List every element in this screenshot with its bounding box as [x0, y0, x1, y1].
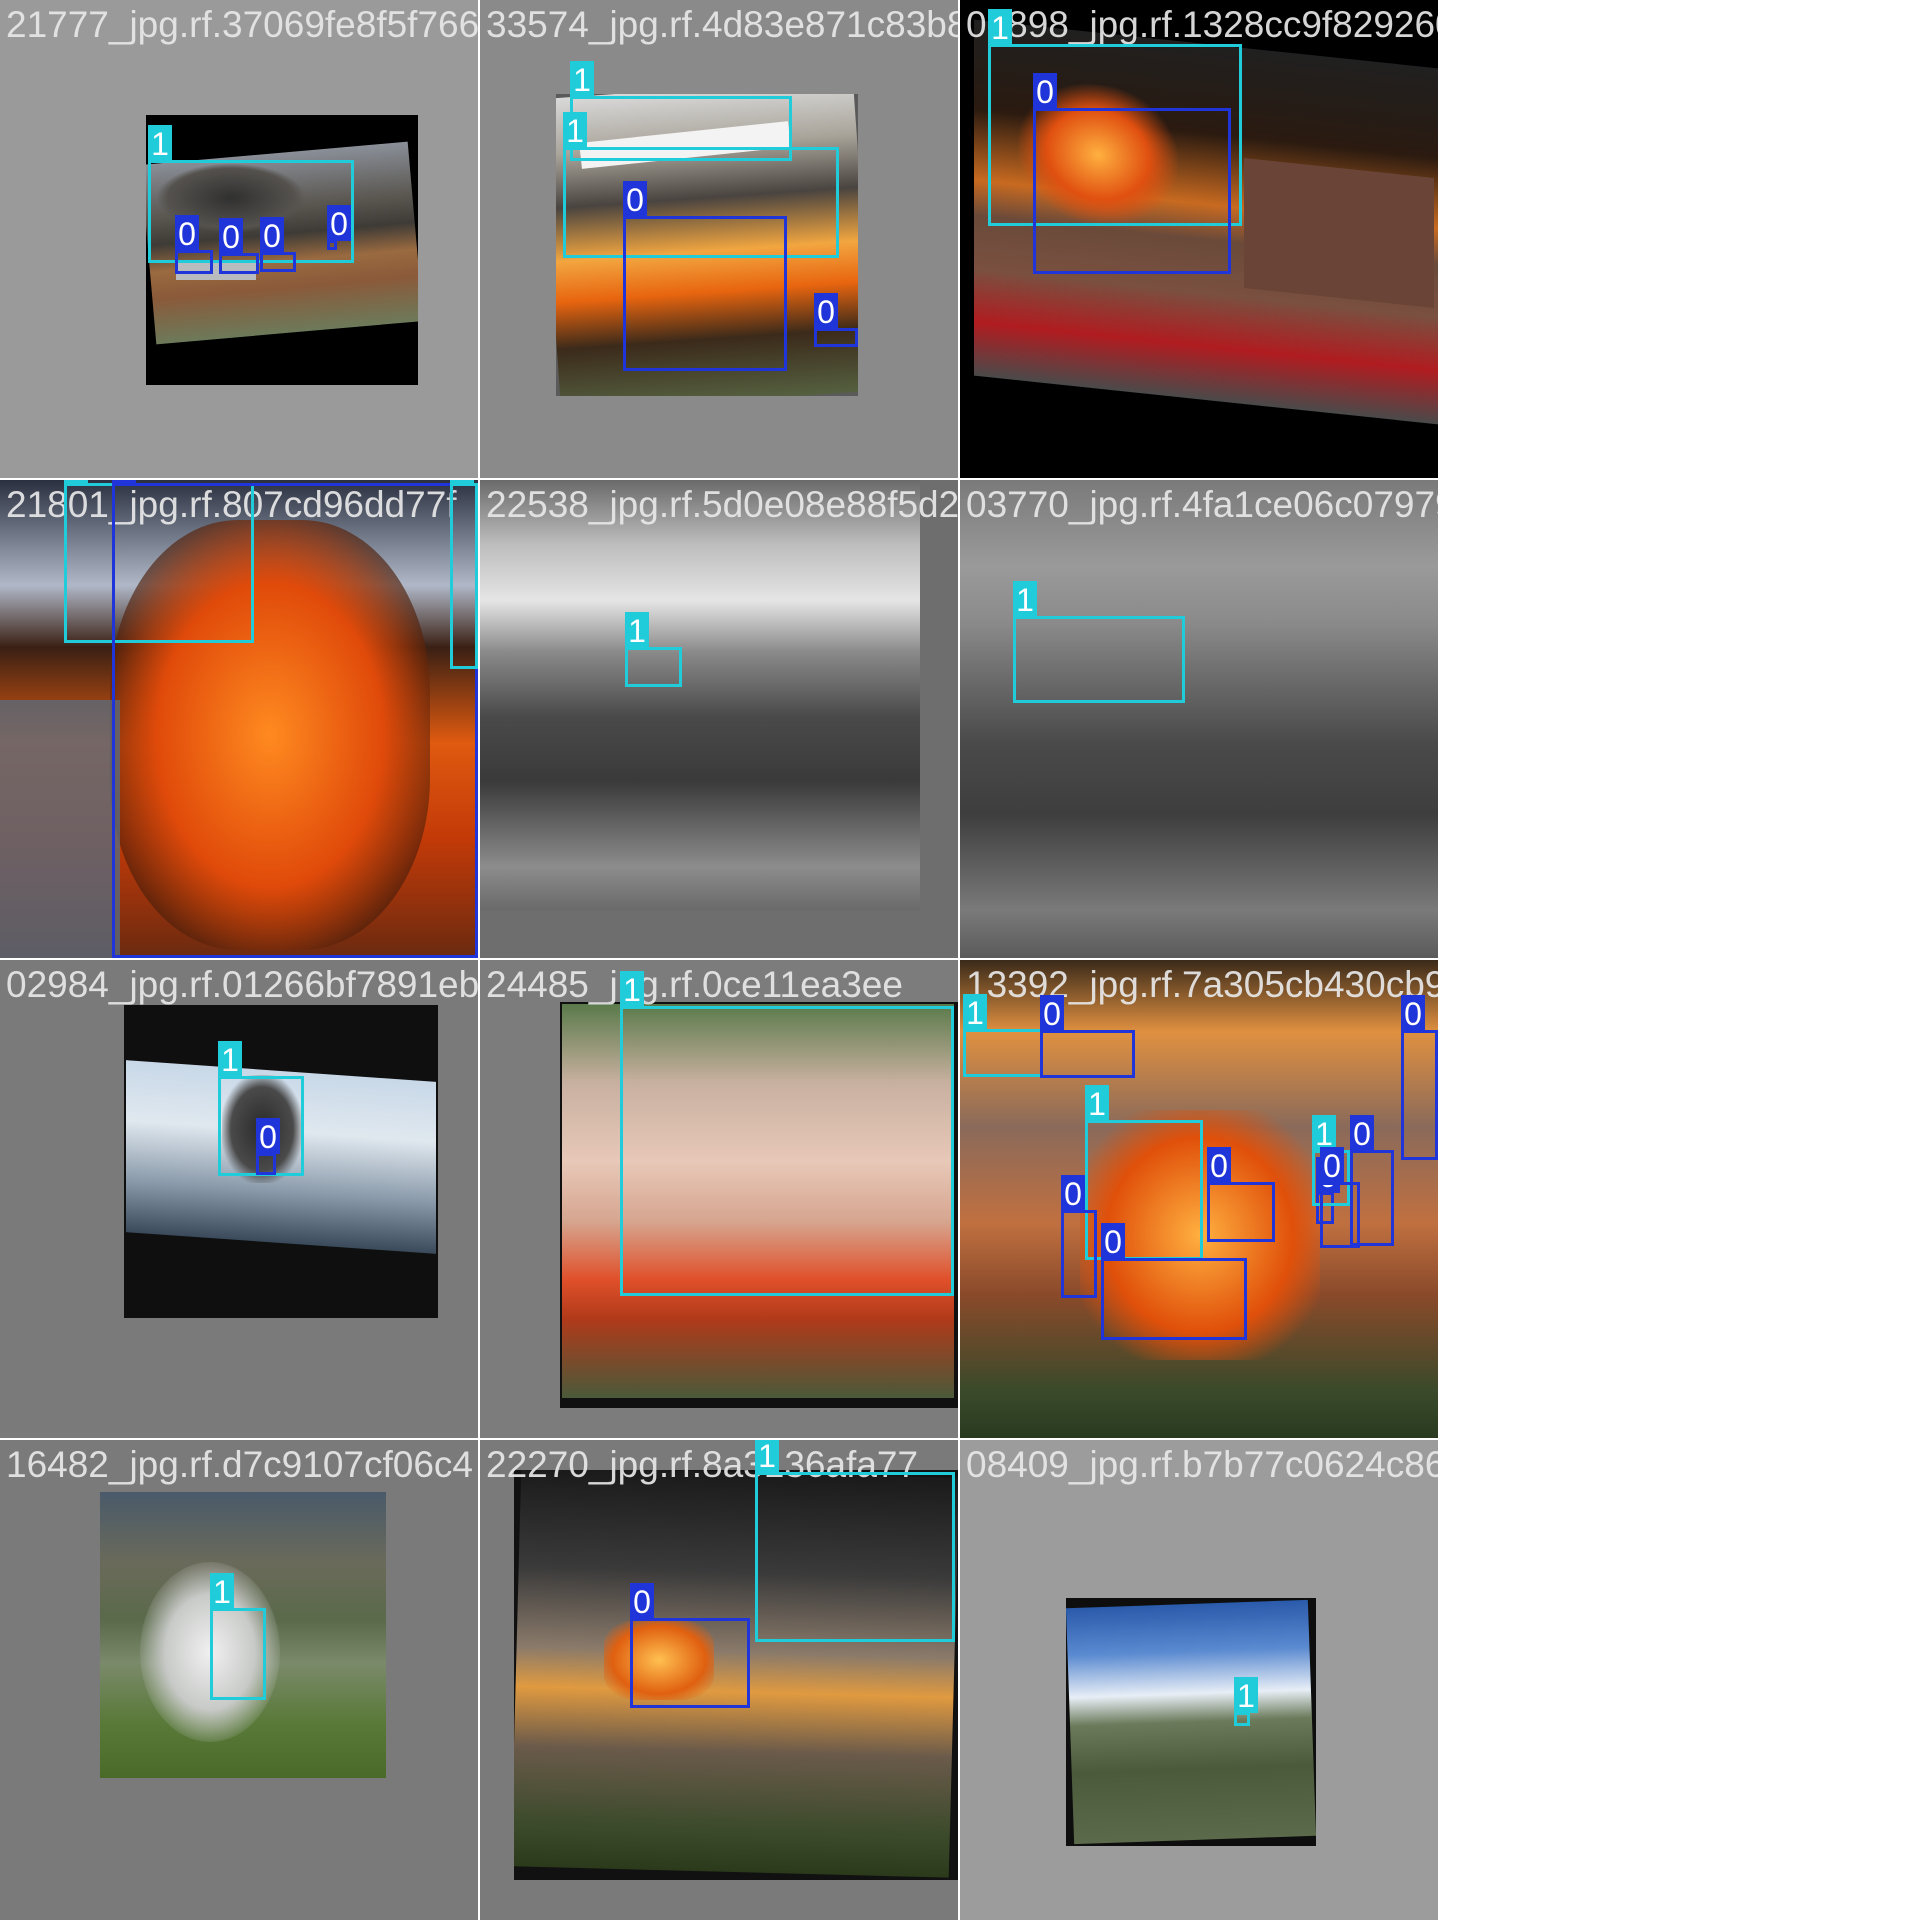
detection-box-class-1: 1: [755, 1440, 955, 1642]
detection-label: 1: [450, 480, 474, 485]
mosaic-tile-1: 21777_jpg.rf.37069fe8f5f76633f94921014d7…: [0, 0, 478, 478]
detection-label: 1: [148, 125, 172, 162]
grid-divider: [0, 478, 1438, 480]
detection-box-class-0: 0: [1040, 995, 1135, 1078]
detection-label: 1: [625, 612, 649, 649]
detection-label: 1: [988, 9, 1012, 46]
mosaic-tile-2: 33574_jpg.rf.4d83e871c83b8d0d98e3c557ffa…: [480, 0, 958, 478]
detection-label: 1: [1085, 1085, 1109, 1122]
detection-box-class-0: 0: [623, 181, 787, 371]
detection-box-class-0: 0: [1101, 1223, 1247, 1340]
detection-box-class-1: 1: [210, 1573, 266, 1700]
detection-label: 0: [1101, 1223, 1125, 1260]
detection-label: 0: [630, 1583, 654, 1620]
detection-box-class-1: 1: [450, 480, 478, 669]
detection-box-class-0: 0: [1401, 995, 1438, 1160]
photo-mountain-smoke-grey: [960, 480, 1438, 958]
detection-box-class-0: 0: [814, 293, 858, 347]
detection-label: 0: [219, 218, 243, 255]
detection-box-class-0: 0: [327, 205, 351, 250]
detection-label: 1: [620, 971, 644, 1008]
detection-label: 1: [1013, 581, 1037, 618]
detection-label: 1: [1312, 1115, 1336, 1152]
detection-box-class-1: 1: [963, 994, 1043, 1077]
detection-box-class-0: 0: [630, 1583, 750, 1708]
detection-label: 1: [570, 61, 594, 98]
detection-label: 0: [1320, 1147, 1344, 1184]
grid-divider: [0, 1438, 1438, 1440]
detection-label: 0: [1033, 73, 1057, 110]
detection-box-class-0: 0: [175, 215, 213, 274]
mosaic-tile-3: 01898_jpg.rf.1328cc9f829260a04e418c 1 0: [960, 0, 1438, 478]
detection-box-class-0: 0: [260, 217, 296, 272]
mosaic-tile-11: 22270_jpg.rf.8a3136afa77 1 0: [480, 1440, 958, 1920]
mosaic-tile-10: 16482_jpg.rf.d7c9107cf06c4 1: [0, 1440, 478, 1920]
detection-label: 0: [1207, 1147, 1231, 1184]
detection-label: 0: [260, 217, 284, 254]
grid-divider: [958, 0, 960, 1920]
detection-box-class-0: 0: [1061, 1175, 1097, 1298]
detection-mosaic: 21777_jpg.rf.37069fe8f5f76633f94921014d7…: [0, 0, 1920, 1920]
detection-label: 1: [755, 1440, 779, 1474]
detection-label: 1: [218, 1041, 242, 1078]
detection-box-class-0: 0: [112, 480, 478, 958]
detection-label: 0: [1061, 1175, 1085, 1212]
grid-divider: [0, 958, 1438, 960]
detection-box-class-0: 0: [256, 1118, 280, 1175]
detection-label: 1: [563, 112, 587, 149]
detection-label: 1: [1234, 1677, 1258, 1714]
mosaic-tile-8: 24485_jpg.rf.0ce11ea3ee 1: [480, 960, 958, 1438]
detection-box-class-1: 1: [1234, 1677, 1258, 1726]
detection-box-class-0: 0: [1207, 1147, 1275, 1242]
detection-box-class-0: 0: [1320, 1147, 1360, 1248]
detection-box-class-1: 1: [620, 971, 954, 1296]
detection-label: 0: [1350, 1115, 1374, 1152]
detection-box-class-0: 0: [219, 218, 259, 274]
detection-label: 0: [1040, 995, 1064, 1032]
mosaic-tile-4: 21801_jpg.rf.807cd96dd77f 1 0 1: [0, 480, 478, 958]
mosaic-tile-6: 03770_jpg.rf.4fa1ce06c07979a69f044959a53…: [960, 480, 1438, 958]
detection-box-class-1: 1: [1013, 581, 1185, 703]
detection-label: 0: [814, 293, 838, 330]
detection-label: 0: [327, 205, 351, 242]
detection-box-class-0: 0: [1033, 73, 1231, 274]
empty-canvas-area: [1440, 0, 1920, 1920]
detection-label: 1: [64, 480, 88, 485]
mosaic-tile-5: 22538_jpg.rf.5d0e08e88f5d2706e49f4f4 1: [480, 480, 958, 958]
mosaic-tile-7: 02984_jpg.rf.01266bf7891ebf3e8d5a98f1c6 …: [0, 960, 478, 1438]
detection-label: 0: [256, 1118, 280, 1155]
detection-label: 1: [963, 994, 987, 1031]
detection-label: 1: [210, 1573, 234, 1610]
photo-horizon-smoke-small: [1066, 1598, 1316, 1846]
detection-label: 0: [112, 480, 136, 485]
mosaic-tile-12: 08409_jpg.rf.b7b77c0624c86d45c5d3638b1c …: [960, 1440, 1438, 1920]
photo-mountain-smoke-bw: [480, 480, 920, 910]
detection-label: 0: [623, 181, 647, 218]
grid-divider: [478, 0, 480, 1920]
detection-box-class-1: 1: [625, 612, 682, 687]
detection-label: 0: [1401, 995, 1425, 1032]
detection-label: 0: [175, 215, 199, 252]
mosaic-tile-9: 13392_jpg.rf.7a305cb430cb97262bfcf966dab…: [960, 960, 1438, 1438]
